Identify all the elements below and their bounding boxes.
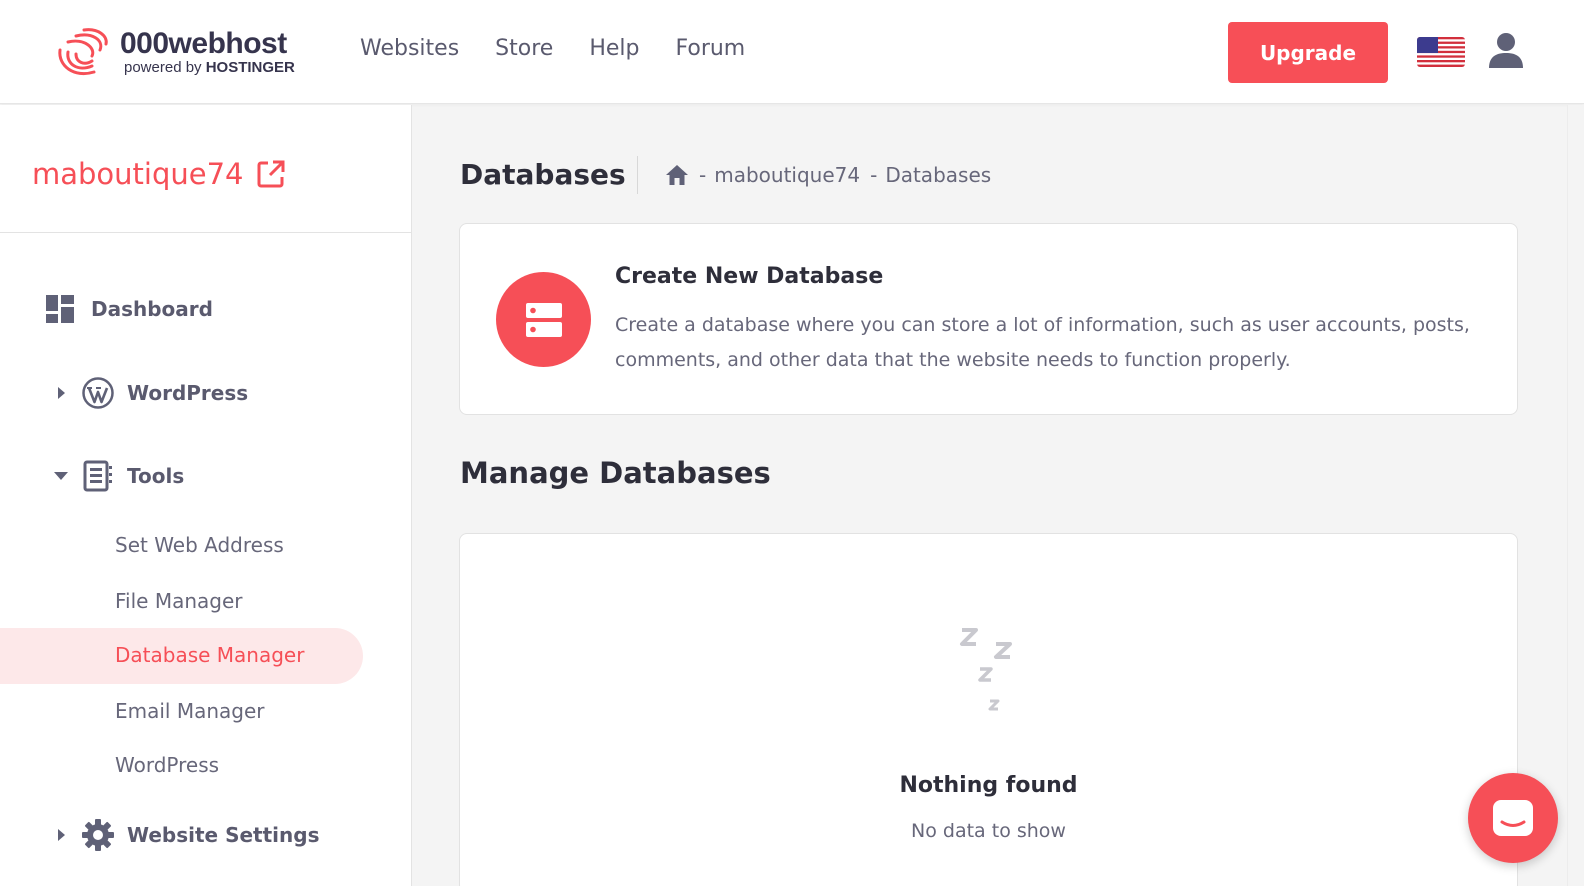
page-title: Databases xyxy=(460,158,626,191)
sidebar-item-label: WordPress xyxy=(127,381,249,405)
caret-right-icon xyxy=(58,387,65,399)
create-database-title: Create New Database xyxy=(615,264,884,289)
home-icon[interactable] xyxy=(665,164,689,186)
empty-state-title: Nothing found xyxy=(899,773,1078,798)
site-name-link[interactable]: maboutique74 xyxy=(32,157,286,191)
create-database-button[interactable] xyxy=(496,272,591,367)
nav-forum[interactable]: Forum xyxy=(675,36,745,61)
sidebar-item-tools[interactable]: Tools xyxy=(53,460,184,492)
sidebar-item-website-settings[interactable]: Website Settings xyxy=(56,819,319,851)
logo-subtitle: powered by HOSTINGER xyxy=(124,59,295,76)
sidebar: maboutique74 Dashboard WordPress Tools S… xyxy=(0,105,412,886)
main-nav: Websites Store Help Forum xyxy=(360,36,745,61)
tools-icon xyxy=(83,460,112,492)
user-icon[interactable] xyxy=(1489,32,1523,68)
scrollbar-track[interactable] xyxy=(1567,105,1584,886)
logo-name: 000webhost xyxy=(120,27,287,60)
chat-icon xyxy=(1493,800,1533,836)
sidebar-divider xyxy=(0,232,411,233)
breadcrumb-site[interactable]: maboutique74 xyxy=(714,163,860,187)
external-link-icon xyxy=(257,160,285,188)
breadcrumb-separator: - xyxy=(870,163,878,187)
gear-icon xyxy=(82,819,114,851)
sidebar-subitem-email-manager[interactable]: Email Manager xyxy=(115,699,265,723)
nav-help[interactable]: Help xyxy=(589,36,639,61)
sidebar-subitem-set-web-address[interactable]: Set Web Address xyxy=(115,533,284,557)
title-divider xyxy=(637,156,638,194)
chat-button[interactable] xyxy=(1468,773,1558,863)
nav-websites[interactable]: Websites xyxy=(360,36,459,61)
empty-state-subtitle: No data to show xyxy=(911,820,1066,842)
manage-databases-heading: Manage Databases xyxy=(460,456,771,490)
breadcrumb: - maboutique74 - Databases xyxy=(665,163,991,187)
caret-right-icon xyxy=(58,829,65,841)
upgrade-button[interactable]: Upgrade xyxy=(1228,22,1388,83)
logo[interactable]: 000webhost powered by HOSTINGER xyxy=(54,26,295,78)
logo-swirl-icon xyxy=(58,28,108,75)
sidebar-item-wordpress[interactable]: WordPress xyxy=(56,377,248,409)
nav-store[interactable]: Store xyxy=(495,36,553,61)
sidebar-item-label: Dashboard xyxy=(91,297,213,321)
sidebar-item-label: Website Settings xyxy=(127,823,320,847)
create-database-card[interactable]: Create New Database Create a database wh… xyxy=(459,223,1518,415)
sleeping-zzz-icon xyxy=(960,628,1012,711)
us-flag-icon[interactable] xyxy=(1417,37,1465,67)
sidebar-item-label: Tools xyxy=(127,464,185,488)
top-navigation-bar: 000webhost powered by HOSTINGER Websites… xyxy=(0,0,1584,104)
database-icon xyxy=(525,302,562,337)
breadcrumb-current: Databases xyxy=(885,163,992,187)
sidebar-item-dashboard[interactable]: Dashboard xyxy=(46,295,213,323)
caret-down-icon xyxy=(54,472,68,480)
create-database-description: Create a database where you can store a … xyxy=(615,314,1470,371)
sidebar-subitem-database-manager[interactable]: Database Manager xyxy=(115,643,304,667)
sidebar-subitem-file-manager[interactable]: File Manager xyxy=(115,589,243,613)
breadcrumb-separator: - xyxy=(699,163,707,187)
sidebar-subitem-wordpress[interactable]: WordPress xyxy=(115,753,219,777)
dashboard-icon xyxy=(46,295,74,323)
site-name: maboutique74 xyxy=(32,157,244,191)
wordpress-icon xyxy=(82,377,114,409)
databases-list-card: Nothing found No data to show xyxy=(459,533,1518,886)
